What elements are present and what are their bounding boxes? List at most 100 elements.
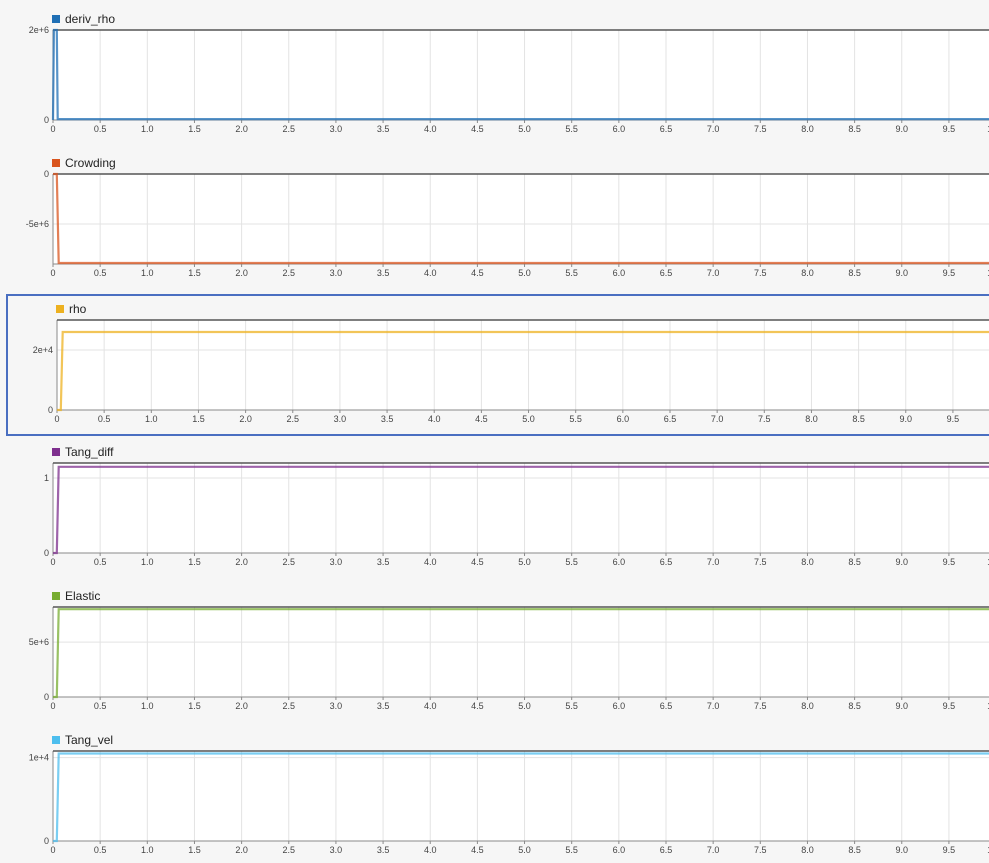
x-tick-label: 2.0 (235, 557, 248, 567)
x-tick-label: 2.5 (283, 268, 296, 278)
x-tick-label: 8.0 (805, 414, 818, 424)
legend-label: deriv_rho (65, 12, 116, 26)
y-tick-label: 1e+4 (29, 753, 49, 763)
y-tick-label: 0 (44, 836, 49, 846)
x-tick-label: 4.0 (424, 268, 437, 278)
x-tick-label: 8.5 (848, 124, 861, 134)
x-tick-label: 1.5 (188, 845, 201, 855)
x-tick-label: 6.0 (613, 557, 626, 567)
x-tick-label: 7.5 (754, 701, 767, 711)
x-tick-label: 6.0 (613, 701, 626, 711)
x-tick-label: 4.5 (471, 268, 484, 278)
x-tick-label: 0.5 (94, 845, 107, 855)
scope-panel-tang-vel[interactable]: 0 0.5 1.0 1.5 2.0 2.5 3.0 3.5 4.0 4.5 5.0 5.5 6.0 6.5… (4, 727, 989, 863)
x-tick-label: 4.0 (424, 845, 437, 855)
x-tick-label: 7.5 (754, 124, 767, 134)
legend[interactable]: Elastic (52, 589, 100, 603)
x-tick-label: 3.5 (377, 124, 390, 134)
plot-area[interactable]: 0 0.5 1.0 1.5 2.0 2.5 3.0 3.5 4.0 4.5 5.0 5.5 6.0 6.5… (4, 727, 989, 863)
x-tick-label: 5.5 (569, 414, 582, 424)
x-tick-label: 7.5 (754, 845, 767, 855)
plot-background (53, 30, 989, 120)
x-tick-label: 0.5 (94, 557, 107, 567)
plot-area[interactable]: 0 0.5 1.0 1.5 2.0 2.5 3.0 3.5 4.0 4.5 5.0 5.5 6.0 6.5… (4, 439, 989, 575)
x-tick-label: 6.0 (613, 845, 626, 855)
x-tick-label: 6.5 (660, 845, 673, 855)
x-tick-label: 9.5 (943, 268, 956, 278)
x-tick-label: 9.0 (900, 414, 913, 424)
scope-panel-tang-diff[interactable]: 0 0.5 1.0 1.5 2.0 2.5 3.0 3.5 4.0 4.5 5.0 5.5 6.0 6.5… (4, 439, 989, 575)
legend[interactable]: deriv_rho (52, 12, 115, 26)
x-tick-label: 8.5 (848, 845, 861, 855)
plot-area[interactable]: 0 0.5 1.0 1.5 2.0 2.5 3.0 3.5 4.0 4.5 5.0 5.5 6.0 6.5… (4, 6, 989, 142)
x-tick-label: 5.5 (565, 701, 578, 711)
plot-background (53, 174, 989, 264)
x-tick-label: 2.0 (235, 268, 248, 278)
legend-label: Crowding (65, 156, 116, 170)
x-tick-label: 3.5 (381, 414, 394, 424)
legend-label: rho (69, 302, 87, 316)
scope-panel-crowding[interactable]: 0 0.5 1.0 1.5 2.0 2.5 3.0 3.5 4.0 4.5 5.0 5.5 6.0 6.5… (4, 150, 989, 286)
x-tick-label: 0.5 (94, 268, 107, 278)
x-tick-label: 2.0 (235, 124, 248, 134)
legend-label: Tang_vel (65, 733, 114, 747)
x-tick-label: 8.0 (801, 701, 814, 711)
x-tick-label: 3.0 (330, 557, 343, 567)
x-tick-label: 3.0 (330, 701, 343, 711)
x-tick-label: 2.5 (283, 845, 296, 855)
legend-swatch (52, 15, 60, 23)
plot-area[interactable]: 0 0.5 1.0 1.5 2.0 2.5 3.0 3.5 4.0 4.5 5.0 5.5 6.0 6.5… (4, 150, 989, 286)
x-tick-label: 3.5 (377, 701, 390, 711)
legend-label: Tang_diff (65, 445, 114, 459)
y-tick-label: 1 (44, 473, 49, 483)
legend-swatch (52, 448, 60, 456)
x-tick-label: 1.5 (188, 557, 201, 567)
x-tick-label: 2.0 (239, 414, 252, 424)
x-tick-label: 4.5 (471, 124, 484, 134)
x-tick-label: 1.0 (141, 268, 154, 278)
scope-panel-deriv-rho[interactable]: 0 0.5 1.0 1.5 2.0 2.5 3.0 3.5 4.0 4.5 5.0 5.5 6.0 6.5… (4, 6, 989, 142)
x-tick-label: 4.0 (424, 557, 437, 567)
y-tick-label: -5e+6 (26, 219, 49, 229)
plot-area[interactable]: 0 0.5 1.0 1.5 2.0 2.5 3.0 3.5 4.0 4.5 5.0 5.5 6.0 6.5… (4, 583, 989, 719)
x-tick-label: 5.5 (565, 268, 578, 278)
x-tick-label: 7.5 (754, 268, 767, 278)
x-tick-label: 5.0 (518, 845, 531, 855)
x-tick-label: 2.0 (235, 701, 248, 711)
x-tick-label: 4.5 (475, 414, 488, 424)
x-tick-label: 0 (50, 701, 55, 711)
x-tick-label: 3.5 (377, 268, 390, 278)
x-tick-label: 3.0 (330, 845, 343, 855)
x-tick-label: 1.5 (188, 268, 201, 278)
scope-panel-rho[interactable]: 0 0.5 1.0 1.5 2.0 2.5 3.0 3.5 4.0 4.5 5.0 5.5 6.0 6.5… (6, 294, 989, 436)
x-tick-label: 7.0 (707, 845, 720, 855)
legend-swatch (52, 159, 60, 167)
x-tick-label: 4.0 (424, 124, 437, 134)
legend[interactable]: Crowding (52, 156, 116, 170)
y-tick-label: 0 (44, 692, 49, 702)
x-tick-label: 9.5 (943, 124, 956, 134)
x-tick-label: 9.5 (943, 845, 956, 855)
x-tick-label: 9.0 (896, 124, 909, 134)
x-tick-label: 7.5 (758, 414, 771, 424)
x-tick-label: 9.5 (943, 701, 956, 711)
x-tick-label: 2.5 (287, 414, 300, 424)
x-tick-label: 7.0 (711, 414, 724, 424)
legend-swatch (52, 592, 60, 600)
y-tick-label: 0 (44, 169, 49, 179)
legend[interactable]: rho (56, 302, 86, 316)
x-tick-label: 2.5 (283, 557, 296, 567)
legend[interactable]: Tang_vel (52, 733, 113, 747)
x-tick-label: 0 (50, 557, 55, 567)
y-tick-label: 0 (44, 115, 49, 125)
legend[interactable]: Tang_diff (52, 445, 114, 459)
scope-panel-elastic[interactable]: 0 0.5 1.0 1.5 2.0 2.5 3.0 3.5 4.0 4.5 5.0 5.5 6.0 6.5… (4, 583, 989, 719)
x-tick-label: 1.0 (141, 701, 154, 711)
plot-area[interactable]: 0 0.5 1.0 1.5 2.0 2.5 3.0 3.5 4.0 4.5 5.0 5.5 6.0 6.5… (8, 296, 989, 432)
x-tick-label: 7.0 (707, 268, 720, 278)
x-tick-label: 5.5 (565, 557, 578, 567)
x-tick-label: 5.0 (522, 414, 535, 424)
x-tick-label: 1.5 (192, 414, 205, 424)
legend-swatch (56, 305, 64, 313)
x-tick-label: 1.0 (141, 845, 154, 855)
